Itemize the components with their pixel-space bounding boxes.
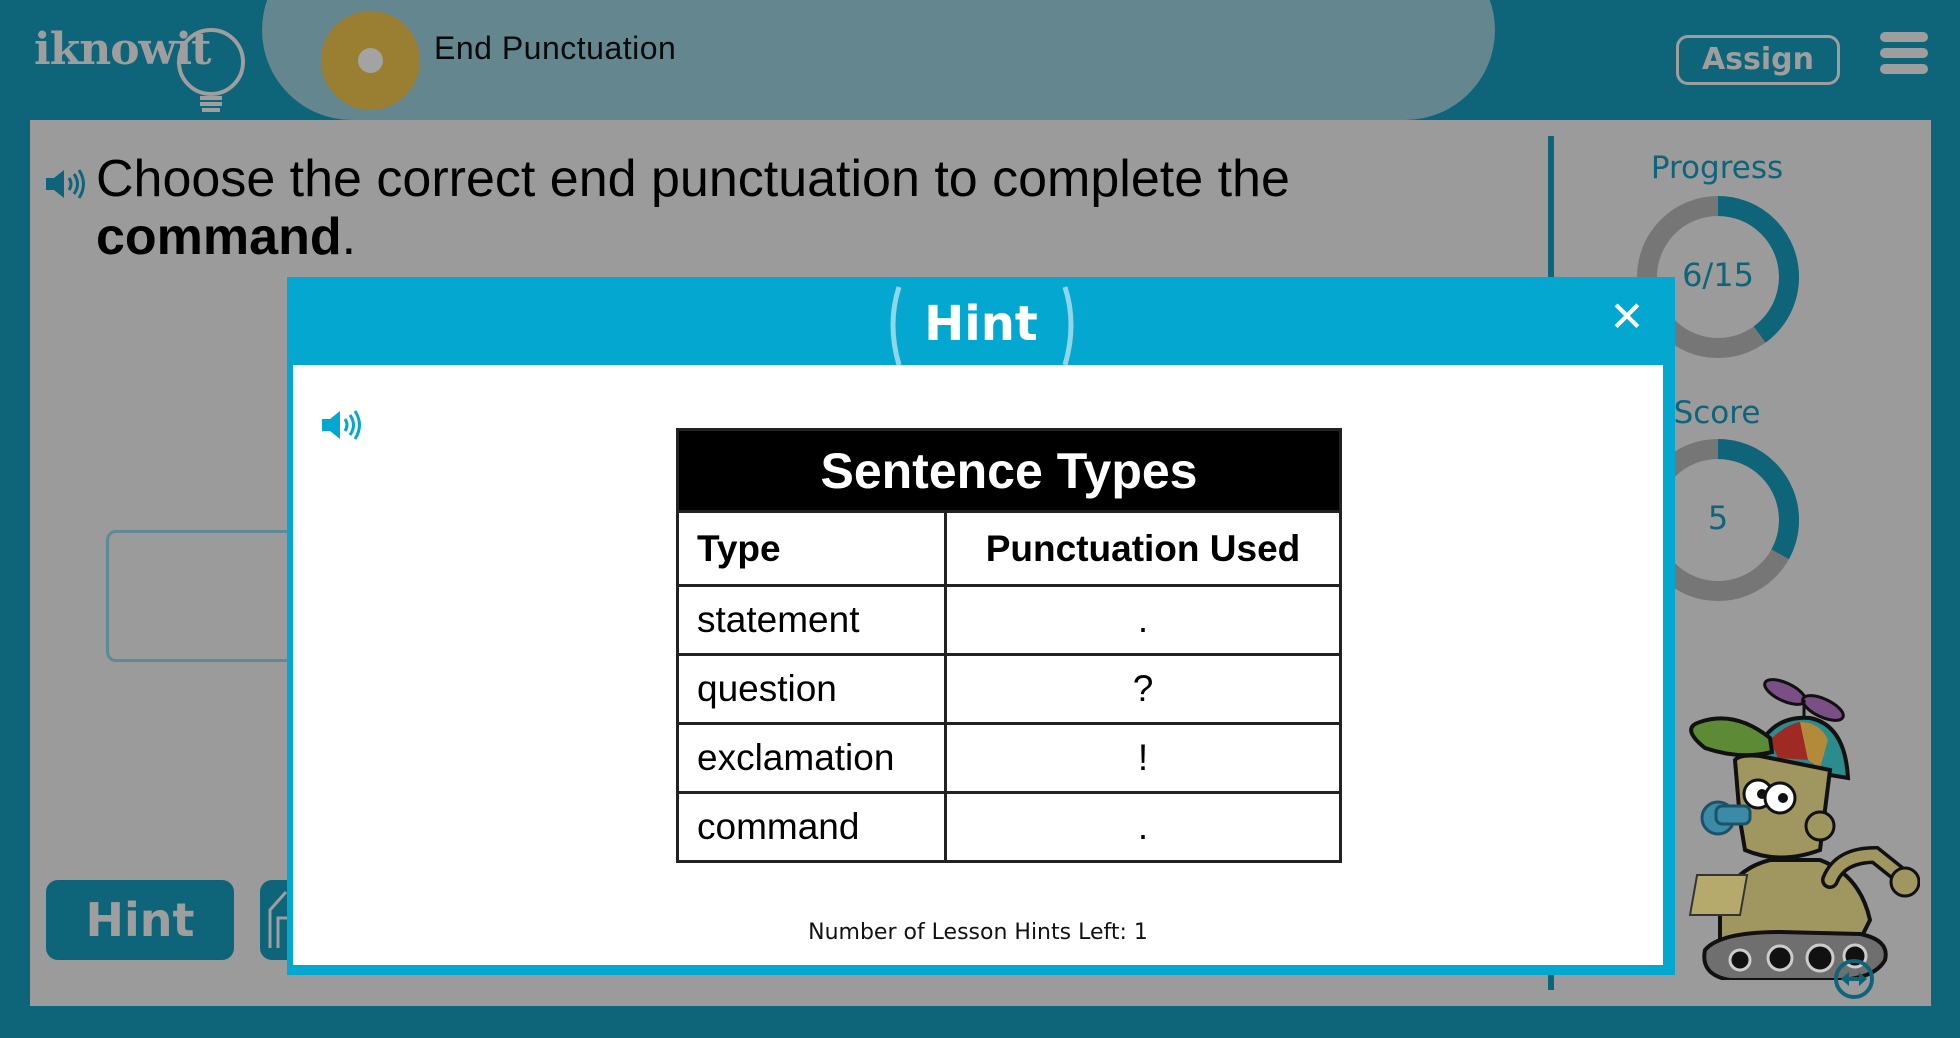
sentence-type-cell: question [676,653,947,725]
punctuation-cell: ? [944,653,1342,725]
table-title-row: Sentence Types [676,428,1342,513]
column-header-punctuation: Punctuation Used [944,510,1342,587]
lightbulb-icon [177,28,245,112]
hamburger-menu-icon[interactable] [1880,32,1928,76]
punctuation-cell: ! [944,722,1342,794]
progress-label: Progress [1650,150,1784,186]
speaker-icon[interactable] [319,407,365,443]
sentence-type-cell: exclamation [676,722,947,794]
assign-button[interactable]: Assign [1676,35,1840,85]
close-icon[interactable]: ✕ [1607,296,1647,338]
hint-modal: Hint ✕ Sentence Types Type Punctuation U… [287,277,1675,975]
lesson-icon-dot [358,48,383,73]
question-text-main: Choose the correct end punctuation to co… [96,150,1290,208]
hints-left-text: Number of Lesson Hints Left: 1 [808,920,1148,945]
lesson-title: End Punctuation [434,30,677,66]
sentence-types-table: Sentence Types Type Punctuation Used sta… [676,428,1342,863]
iknowit-logo[interactable]: iknowit [34,20,245,112]
sentence-type-cell: command [676,791,947,863]
hint-button[interactable]: Hint [46,880,234,960]
table-row: question ? [676,653,1342,725]
table-row: command . [676,791,1342,863]
robot-mascot [1688,678,1920,980]
hint-modal-title: Hint [924,296,1038,352]
hint-modal-body: Sentence Types Type Punctuation Used sta… [293,365,1663,965]
menu-bar [1880,32,1928,42]
column-header-type: Type [676,510,947,587]
sentence-type-cell: statement [676,584,947,656]
answer-input-box[interactable] [106,530,306,662]
lesson-icon [321,11,420,110]
question-text-end: . [341,208,357,266]
table-row: statement . [676,584,1342,656]
table-title: Sentence Types [676,428,1342,513]
menu-bar [1880,48,1928,58]
punctuation-cell: . [944,791,1342,863]
punctuation-cell: . [944,584,1342,656]
question-text: Choose the correct end punctuation to co… [96,150,1496,266]
menu-bar [1880,64,1928,74]
hint-modal-header: Hint ✕ [287,277,1675,365]
resize-arrows-icon[interactable] [1833,958,1875,1000]
speaker-icon[interactable] [44,166,88,202]
table-header-row: Type Punctuation Used [676,510,1342,587]
table-row: exclamation ! [676,722,1342,794]
question-emphasis: command [96,208,342,266]
